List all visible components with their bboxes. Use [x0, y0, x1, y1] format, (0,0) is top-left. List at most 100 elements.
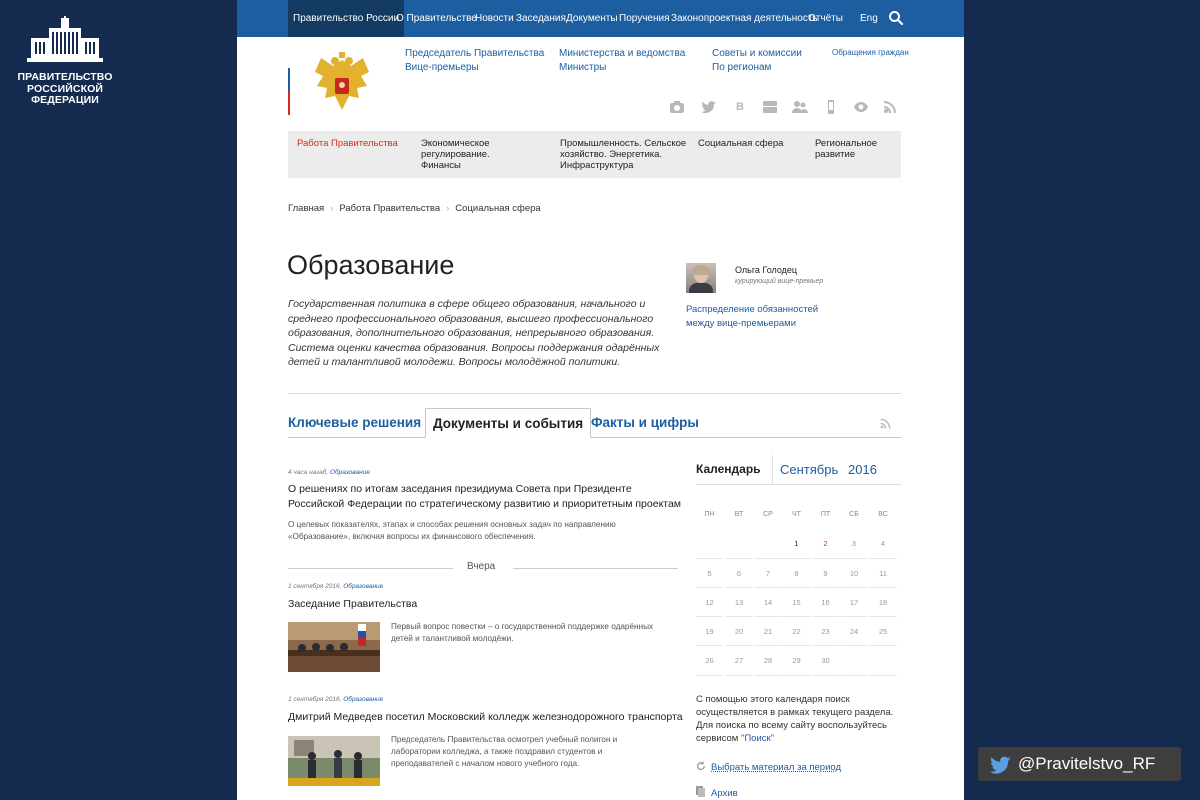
- date-divider-label: Вчера: [467, 561, 496, 572]
- secnav-government-work[interactable]: Работа Правительства: [297, 138, 407, 149]
- nav-government[interactable]: Правительство России: [288, 0, 405, 37]
- news-tag-link[interactable]: Образование: [343, 583, 383, 590]
- tab-facts-figures[interactable]: Факты и цифры: [591, 408, 699, 438]
- calendar-day: 5: [696, 559, 723, 588]
- calendar-empty-cell: [869, 646, 897, 676]
- weekday-label: СБ: [849, 511, 859, 518]
- calendar-day: 27: [725, 646, 753, 676]
- news-summary: Первый вопрос повестки – о государственн…: [391, 622, 654, 643]
- news-title[interactable]: Дмитрий Медведев посетил Московский колл…: [288, 710, 683, 725]
- link-ministries[interactable]: Министерства и ведомства: [559, 48, 685, 59]
- calendar-title: Календарь: [696, 462, 761, 476]
- twitter-icon[interactable]: [701, 100, 717, 114]
- weekday-label: ЧТ: [792, 511, 801, 518]
- link-appeals[interactable]: Обращения граждан: [832, 48, 909, 57]
- twitter-handle-badge[interactable]: @Pravitelstvo_RF: [978, 747, 1181, 781]
- calendar-year-select[interactable]: 2016: [848, 462, 877, 477]
- secnav-industry[interactable]: Промышленность. Сельское хозяйство. Энер…: [560, 138, 688, 171]
- calendar-day: 10: [840, 559, 868, 588]
- nav-meetings[interactable]: Заседания: [516, 0, 566, 37]
- curator-role: курирующий вице-премьер: [735, 278, 824, 285]
- mobile-icon[interactable]: [823, 100, 839, 114]
- link-chairman[interactable]: Председатель Правительства: [405, 48, 544, 59]
- top-navigation: Правительство России О Правительстве Нов…: [237, 0, 964, 37]
- calendar-day: 11: [869, 559, 897, 588]
- weekday-label: ВТ: [734, 511, 744, 518]
- twitter-handle: @Pravitelstvo_RF: [1018, 754, 1156, 773]
- news-tag-link[interactable]: Образование: [330, 469, 370, 476]
- calendar-day: 7: [754, 559, 782, 588]
- secnav-economy[interactable]: Экономическое регулирование. Финансы: [421, 138, 531, 171]
- tab-documents-events[interactable]: Документы и события: [425, 408, 592, 438]
- calendar-day: 26: [696, 646, 723, 676]
- curator-photo[interactable]: [686, 263, 716, 293]
- camera-icon[interactable]: [669, 100, 685, 114]
- nav-about[interactable]: О Правительстве: [396, 0, 477, 37]
- news-summary: О целевых показателях, этапах и способах…: [288, 520, 616, 541]
- calendar-day: 18: [869, 588, 897, 618]
- duties-distribution-link[interactable]: Распределение обязанностей между вице-пр…: [686, 303, 846, 331]
- news-title[interactable]: Заседание Правительства: [288, 597, 683, 612]
- brand-title: ПРАВИТЕЛЬСТВО РОССИЙСКОЙ ФЕДЕРАЦИИ: [17, 71, 113, 106]
- breadcrumb-home[interactable]: Главная: [288, 203, 324, 214]
- youtube-icon[interactable]: [762, 100, 778, 114]
- search-service-link[interactable]: "Поиск": [741, 733, 774, 744]
- nav-legislation[interactable]: Законопроектная деятельность: [671, 0, 818, 37]
- rss-icon[interactable]: [880, 418, 891, 429]
- divider: [288, 393, 901, 394]
- nav-documents[interactable]: Документы: [566, 0, 618, 37]
- calendar-day: 3: [840, 529, 868, 559]
- calendar-day: 30: [812, 646, 839, 676]
- news-title[interactable]: О решениях по итогам заседания президиум…: [288, 482, 683, 511]
- breadcrumb: Главная › Работа Правительства › Социальная …: [288, 203, 541, 214]
- nav-instructions[interactable]: Поручения: [619, 0, 670, 37]
- news-tag-link[interactable]: Образование: [343, 696, 383, 703]
- curator-name[interactable]: Ольга Голодец: [735, 265, 797, 275]
- twitter-icon: [989, 756, 1011, 774]
- link-regions[interactable]: По регионам: [712, 62, 771, 73]
- news-meta: 1 сентября 2016, Образование: [288, 583, 384, 590]
- weekday-label: ПТ: [820, 511, 831, 518]
- calendar-day: 17: [840, 588, 868, 618]
- government-building-icon: [27, 16, 103, 62]
- news-thumbnail[interactable]: [288, 736, 380, 786]
- news-thumbnail[interactable]: [288, 622, 380, 672]
- calendar-month-select[interactable]: Сентябрь: [780, 462, 838, 477]
- calendar-day: 15: [783, 588, 810, 618]
- chevron-right-icon: ›: [446, 203, 450, 214]
- eye-icon[interactable]: [853, 100, 869, 114]
- coat-of-arms-icon[interactable]: [311, 52, 373, 116]
- nav-news[interactable]: Новости: [475, 0, 514, 37]
- calendar-day: 4: [869, 529, 897, 559]
- language-switch[interactable]: Eng: [860, 0, 878, 37]
- link-ministers[interactable]: Министры: [559, 62, 606, 73]
- link-councils[interactable]: Советы и комиссии: [712, 48, 802, 59]
- breadcrumb-social[interactable]: Социальная сфера: [455, 203, 540, 214]
- calendar-day: 22: [783, 617, 810, 647]
- search-icon[interactable]: [888, 10, 904, 26]
- select-period-link[interactable]: Выбрать материал за период: [696, 761, 841, 773]
- breadcrumb-government-work[interactable]: Работа Правительства: [339, 203, 440, 214]
- rss-icon[interactable]: [883, 100, 899, 114]
- archive-link[interactable]: Архив: [696, 786, 738, 799]
- government-brand[interactable]: ПРАВИТЕЛЬСТВО РОССИЙСКОЙ ФЕДЕРАЦИИ: [14, 16, 116, 107]
- secnav-social[interactable]: Социальная сфера: [698, 138, 798, 149]
- calendar-day[interactable]: 2: [812, 529, 839, 559]
- secnav-regional[interactable]: Региональное развитие: [815, 138, 895, 160]
- nav-reports[interactable]: Отчёты: [808, 0, 843, 37]
- weekday-label: ВС: [878, 511, 888, 518]
- vk-icon[interactable]: B: [732, 100, 748, 114]
- calendar-day: 25: [869, 617, 897, 647]
- flag-stripe: [288, 45, 290, 115]
- community-icon[interactable]: [792, 100, 808, 114]
- news-meta: 1 сентября 2016, Образование: [288, 696, 384, 703]
- weekday-label: СР: [763, 511, 773, 518]
- calendar-day: 6: [725, 559, 753, 588]
- calendar-day[interactable]: 1: [783, 529, 810, 559]
- tab-key-decisions[interactable]: Ключевые решения: [288, 408, 421, 438]
- chevron-right-icon: ›: [330, 203, 334, 214]
- link-deputy-pm[interactable]: Вице-премьеры: [405, 62, 479, 73]
- section-navigation: Работа Правительства Экономическое регул…: [288, 131, 901, 178]
- calendar-day: 21: [754, 617, 782, 647]
- calendar-empty-cell: [725, 529, 753, 559]
